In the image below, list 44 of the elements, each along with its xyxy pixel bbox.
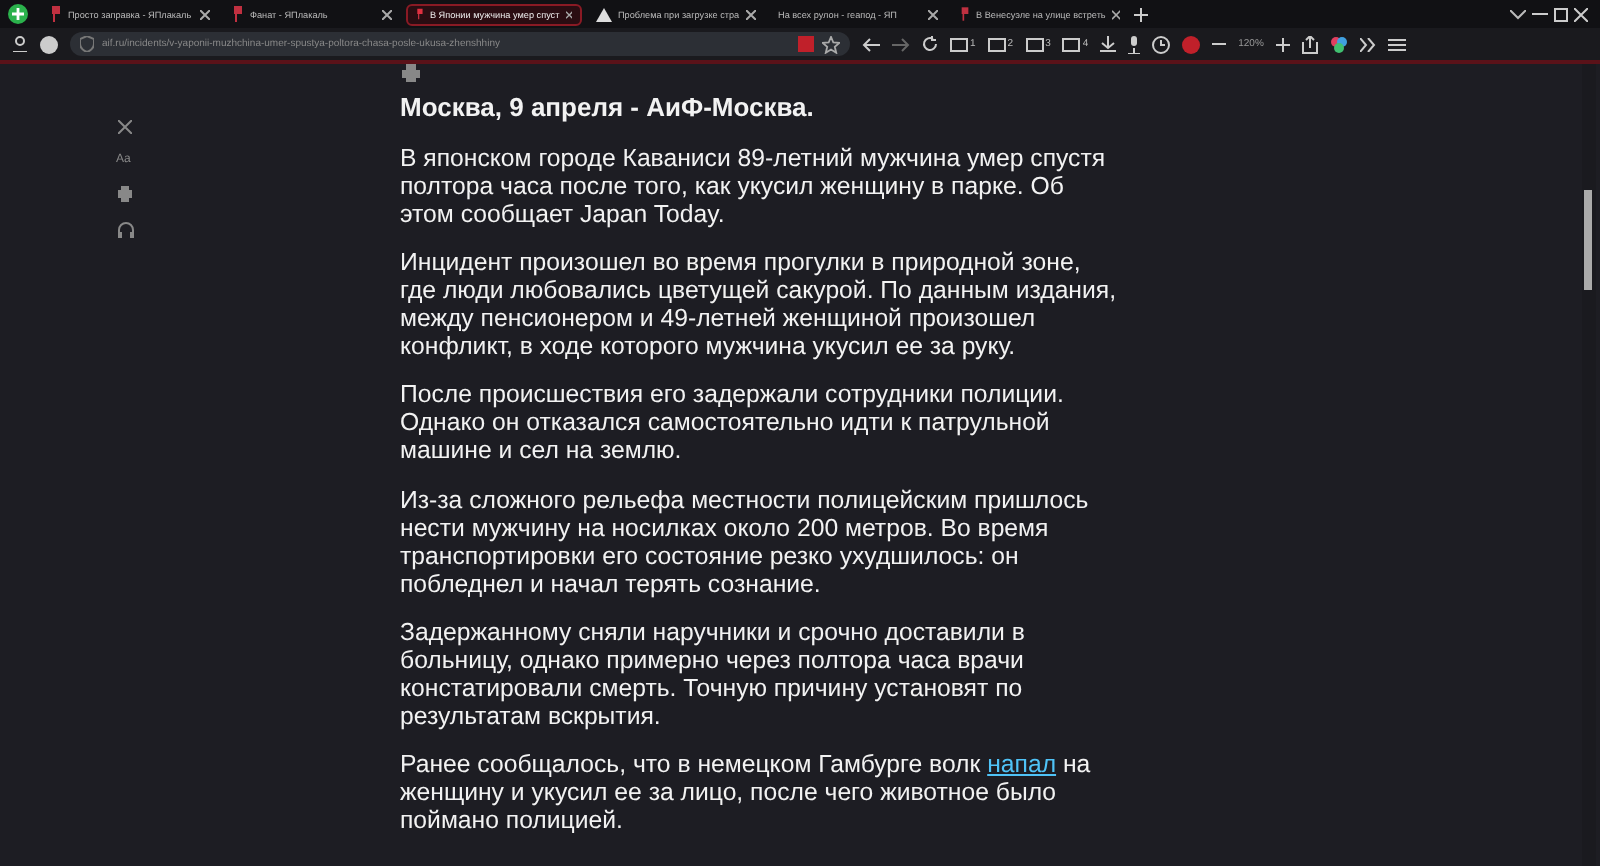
share-icon[interactable] (1301, 35, 1318, 53)
article-heading: Москва, 9 апреля - АиФ-Москва. (400, 92, 816, 122)
close-icon[interactable] (746, 9, 756, 19)
favicon-icon (232, 6, 244, 22)
microphone-icon[interactable] (1128, 35, 1141, 53)
clock-icon[interactable] (1152, 35, 1171, 53)
more-icon[interactable] (1359, 37, 1376, 51)
favicon-icon (416, 6, 424, 22)
color-wheel-icon[interactable] (1329, 35, 1348, 53)
article-paragraph: Инцидент произошел во время прогулки в природной зоне, где люди любовались цветущей сакурой. По данным издания, между пенсионером и 49-летней женщиной произошел конфликт, в ходе которого мужчина укусил ее за руку. (400, 248, 1116, 361)
warning-icon (596, 7, 612, 21)
close-icon[interactable] (118, 120, 132, 134)
close-icon[interactable] (1574, 7, 1588, 21)
scrollbar[interactable] (1582, 64, 1596, 866)
back-icon[interactable] (862, 37, 880, 51)
star-icon[interactable] (822, 35, 840, 53)
headphones-icon[interactable] (118, 222, 134, 238)
article-paragraph: Задержанному сняли наручники и срочно доставили в больницу, однако примерно через полтора часа врачи констатировали смерть. Точную причину установят по результатам вскрытия. (400, 617, 1027, 730)
user-icon[interactable] (12, 36, 28, 52)
favicon-icon (960, 6, 971, 22)
close-icon[interactable] (1111, 9, 1120, 19)
reload-icon[interactable] (922, 36, 938, 52)
article-paragraph: Ранее сообщалось, что в немецком Гамбурге волк напал на женщину и укусил ее за лицо, после чего животное было поймано полицией. (400, 749, 1093, 834)
zoom-in-icon[interactable] (1275, 37, 1290, 51)
record-icon[interactable] (1182, 35, 1201, 53)
close-icon[interactable] (200, 9, 210, 19)
menu-icon[interactable] (1387, 37, 1406, 51)
close-icon[interactable] (382, 9, 392, 19)
shield-icon (80, 36, 94, 52)
article-paragraph: В японском городе Каваниси 89-летний мужчина умер спустя полтора часа после того, как укусил женщину в парке. Об этом сообщает Japan Today. (400, 144, 1108, 228)
close-icon[interactable] (565, 9, 572, 19)
browser-logo-icon[interactable] (8, 4, 28, 24)
article-link[interactable]: напал (987, 749, 1057, 778)
extension-icon[interactable] (40, 35, 58, 53)
favicon-icon (50, 6, 62, 22)
article-paragraph: Из-за сложного рельефа местности полицейским пришлось нести мужчину на носилках около 200 метров. Во время транспортировки его состояние резко ухудшилось: он побледнел и начал терять сознание. (400, 485, 1091, 598)
download-icon[interactable] (1100, 36, 1117, 52)
chevron-down-icon[interactable] (1510, 9, 1526, 19)
forward-icon[interactable] (892, 37, 910, 51)
article-paragraph: После происшествия его задержали сотрудники полиции. Однако он отказался самостоятельно идти к патрульной машине и сел на землю. (400, 380, 1066, 465)
minimize-icon[interactable] (1532, 12, 1548, 16)
maximize-icon[interactable] (1554, 7, 1568, 21)
close-icon[interactable] (928, 9, 938, 19)
new-tab-icon[interactable] (1134, 7, 1148, 21)
